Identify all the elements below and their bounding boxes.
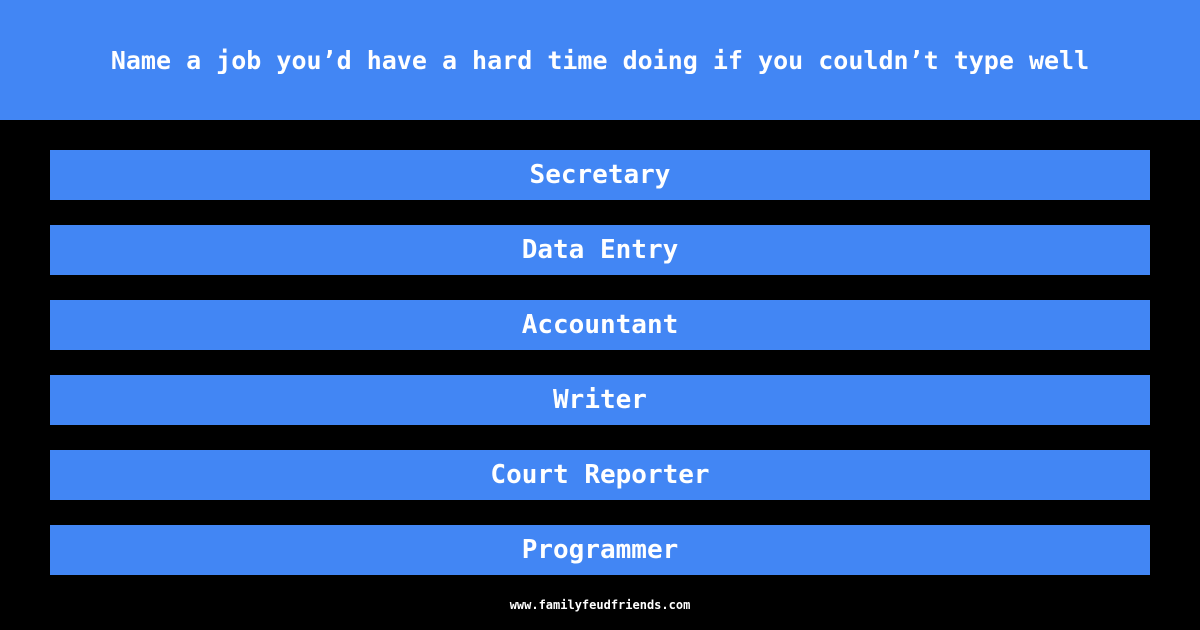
answer-bar: Court Reporter — [50, 450, 1150, 500]
answer-bar: Programmer — [50, 525, 1150, 575]
answer-bar: Writer — [50, 375, 1150, 425]
answer-bar: Accountant — [50, 300, 1150, 350]
answer-text: Programmer — [521, 535, 679, 565]
answer-text: Accountant — [521, 310, 679, 340]
answer-text: Data Entry — [521, 235, 679, 265]
question-header: Name a job you’d have a hard time doing … — [0, 0, 1200, 120]
answer-bar: Secretary — [50, 150, 1150, 200]
answer-bar: Data Entry — [50, 225, 1150, 275]
answer-text: Secretary — [529, 160, 671, 190]
footer-url: www.familyfeudfriends.com — [509, 598, 691, 612]
answer-text: Court Reporter — [490, 460, 710, 490]
answer-text: Writer — [553, 385, 647, 415]
question-text: Name a job you’d have a hard time doing … — [110, 45, 1090, 75]
